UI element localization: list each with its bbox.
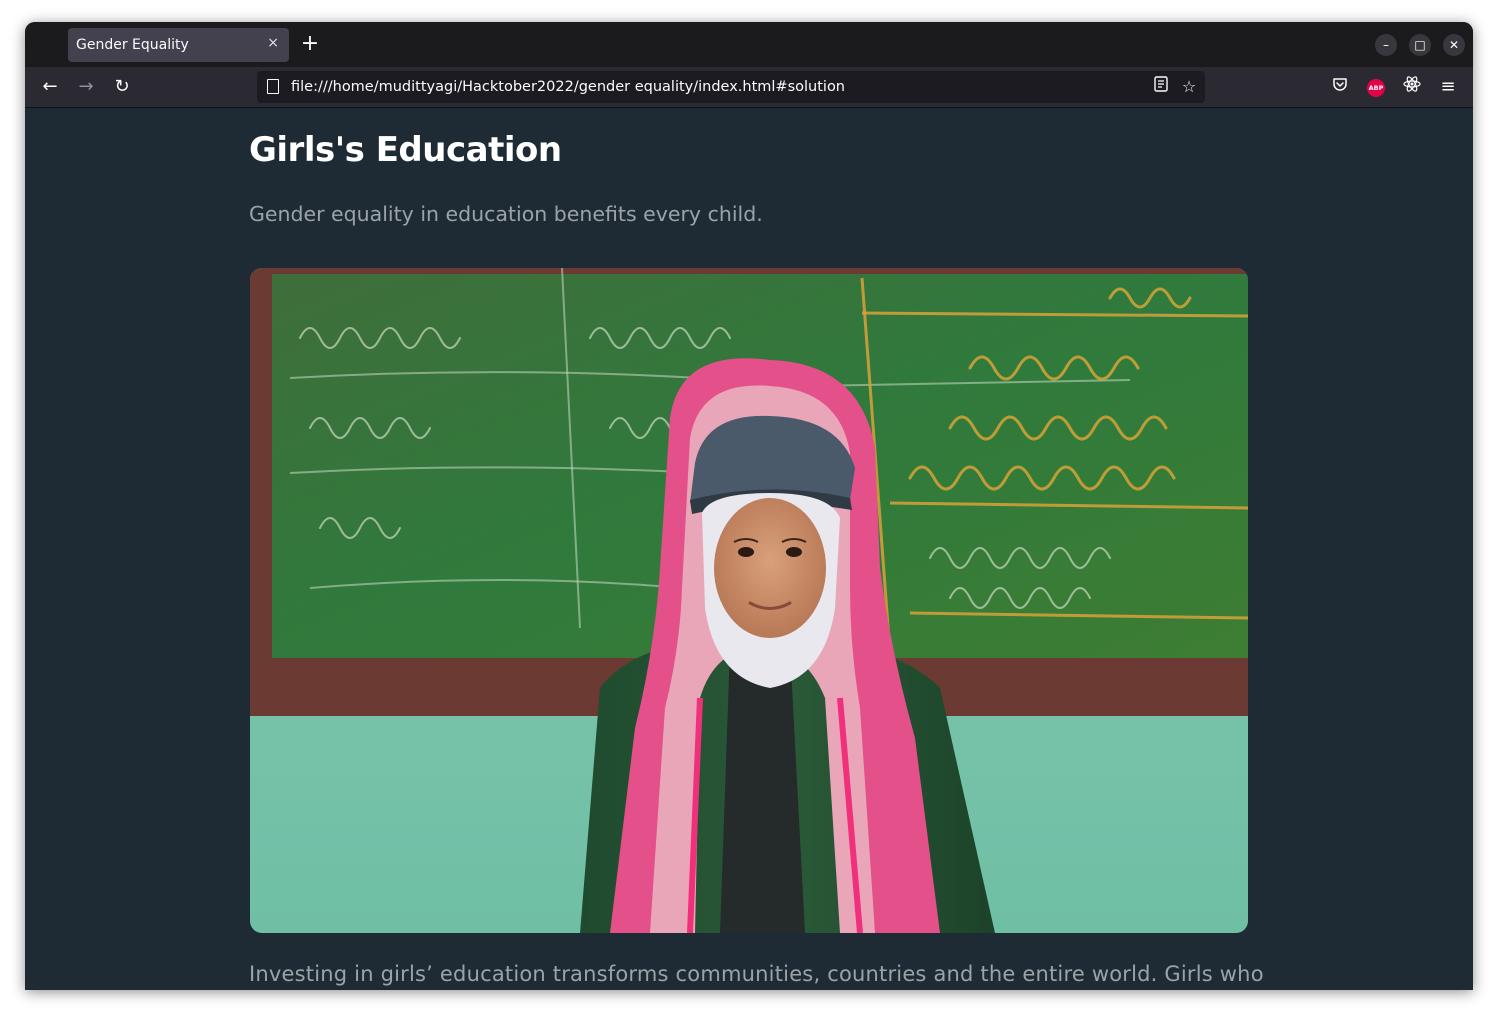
page-content: Girls's Education Gender equality in edu… [25, 108, 1473, 990]
pocket-icon[interactable] [1328, 75, 1352, 99]
bookmark-star-icon[interactable]: ☆ [1177, 75, 1201, 99]
body-paragraph: Investing in girls’ education transforms… [249, 962, 1264, 986]
address-bar-url[interactable]: file:///home/mudittyagi/Hacktober2022/ge… [291, 79, 845, 95]
navigation-toolbar: ← → ↻ file:///home/mudittyagi/Hacktober2… [25, 67, 1473, 108]
address-bar[interactable]: file:///home/mudittyagi/Hacktober2022/ge… [257, 71, 1205, 103]
page-subtitle: Gender equality in education benefits ev… [249, 202, 763, 226]
minimize-window-button[interactable]: – [1375, 34, 1397, 56]
education-photo [250, 268, 1248, 933]
back-arrow-icon[interactable]: ← [38, 75, 62, 99]
tab-gender-equality[interactable]: Gender Equality × [68, 28, 289, 62]
maximize-window-button[interactable]: □ [1409, 34, 1431, 56]
forward-arrow-icon[interactable]: → [74, 75, 98, 99]
close-tab-icon[interactable]: × [267, 35, 279, 51]
browser-window: Gender Equality × + – □ ✕ ← → ↻ file:///… [25, 22, 1473, 990]
tab-title: Gender Equality [76, 37, 189, 53]
new-tab-icon[interactable]: + [300, 30, 320, 58]
tab-strip: Gender Equality × + – □ ✕ [25, 22, 1473, 67]
adblock-plus-icon[interactable]: ABP [1364, 75, 1388, 99]
reader-view-icon[interactable] [1149, 75, 1173, 99]
page-icon [267, 79, 279, 94]
page-title: Girls's Education [249, 130, 562, 170]
hamburger-menu-icon[interactable]: ≡ [1436, 75, 1460, 99]
reload-icon[interactable]: ↻ [110, 75, 134, 99]
close-window-button[interactable]: ✕ [1443, 34, 1465, 56]
react-devtools-icon[interactable] [1400, 75, 1424, 99]
